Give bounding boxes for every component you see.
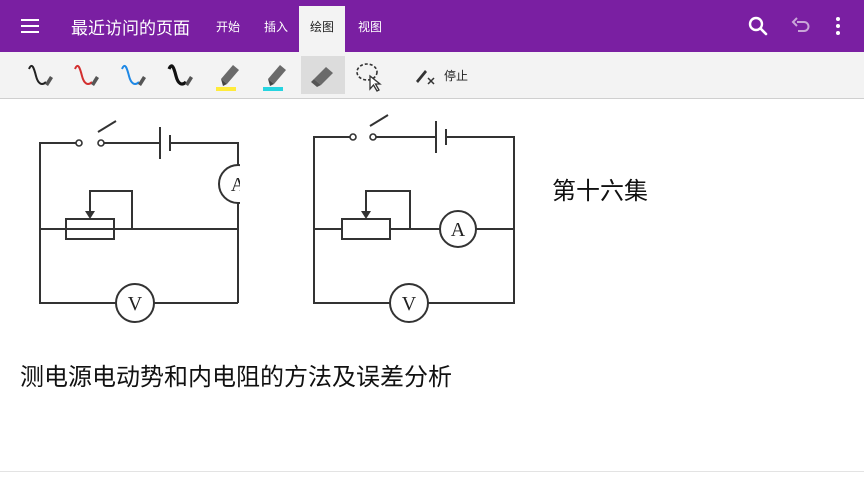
undo-icon[interactable]: [789, 14, 813, 38]
draw-toolbar: 停止: [0, 52, 864, 99]
circuit-diagram-1: A V: [39, 120, 240, 323]
pen-black-thin-tool[interactable]: [20, 56, 58, 94]
stop-label: 停止: [444, 69, 469, 83]
tab-view[interactable]: 视图: [349, 6, 391, 52]
highlighter-icon: [263, 65, 286, 91]
pen-red-tool[interactable]: [66, 56, 104, 94]
episode-label: 第十六集: [552, 177, 648, 205]
voltmeter-label: V: [402, 293, 417, 315]
tab-insert[interactable]: 插入: [255, 6, 297, 52]
more-options-icon[interactable]: [826, 14, 850, 38]
hamburger-menu-icon[interactable]: [18, 14, 42, 38]
highlighter-icon: [216, 65, 239, 91]
app-bar: 最近访问的页面 开始 插入 绘图 视图: [0, 0, 864, 52]
pen-black-thick-tool[interactable]: [160, 56, 198, 94]
page-title[interactable]: 最近访问的页面: [71, 14, 190, 39]
pen-blue-tool[interactable]: [113, 56, 151, 94]
eraser-tool[interactable]: [301, 56, 345, 94]
note-canvas[interactable]: A V A V 第十六集 测电源电动势和内电阻的方法及误差分析: [0, 99, 864, 471]
search-icon[interactable]: [746, 14, 770, 38]
tab-home[interactable]: 开始: [207, 6, 249, 52]
highlighter-yellow-tool[interactable]: [207, 56, 245, 94]
pen-icon: [28, 65, 53, 86]
voltmeter-label: V: [128, 293, 143, 315]
lasso-select-icon: [356, 63, 382, 92]
pen-icon: [74, 65, 99, 86]
lasso-select-tool[interactable]: [349, 56, 387, 94]
ammeter-label: A: [231, 174, 240, 196]
tab-draw[interactable]: 绘图: [299, 6, 345, 52]
topic-title: 测电源电动势和内电阻的方法及误差分析: [20, 363, 452, 391]
highlighter-cyan-tool[interactable]: [254, 56, 292, 94]
stop-drawing-icon: [416, 70, 435, 85]
eraser-icon: [311, 67, 333, 87]
pen-icon: [121, 65, 146, 86]
ammeter-label: A: [451, 219, 466, 241]
bottom-divider: [0, 471, 864, 472]
circuit-diagram-2: A V: [313, 114, 515, 323]
pen-icon: [167, 64, 193, 86]
stop-drawing-button[interactable]: 停止: [410, 60, 468, 90]
